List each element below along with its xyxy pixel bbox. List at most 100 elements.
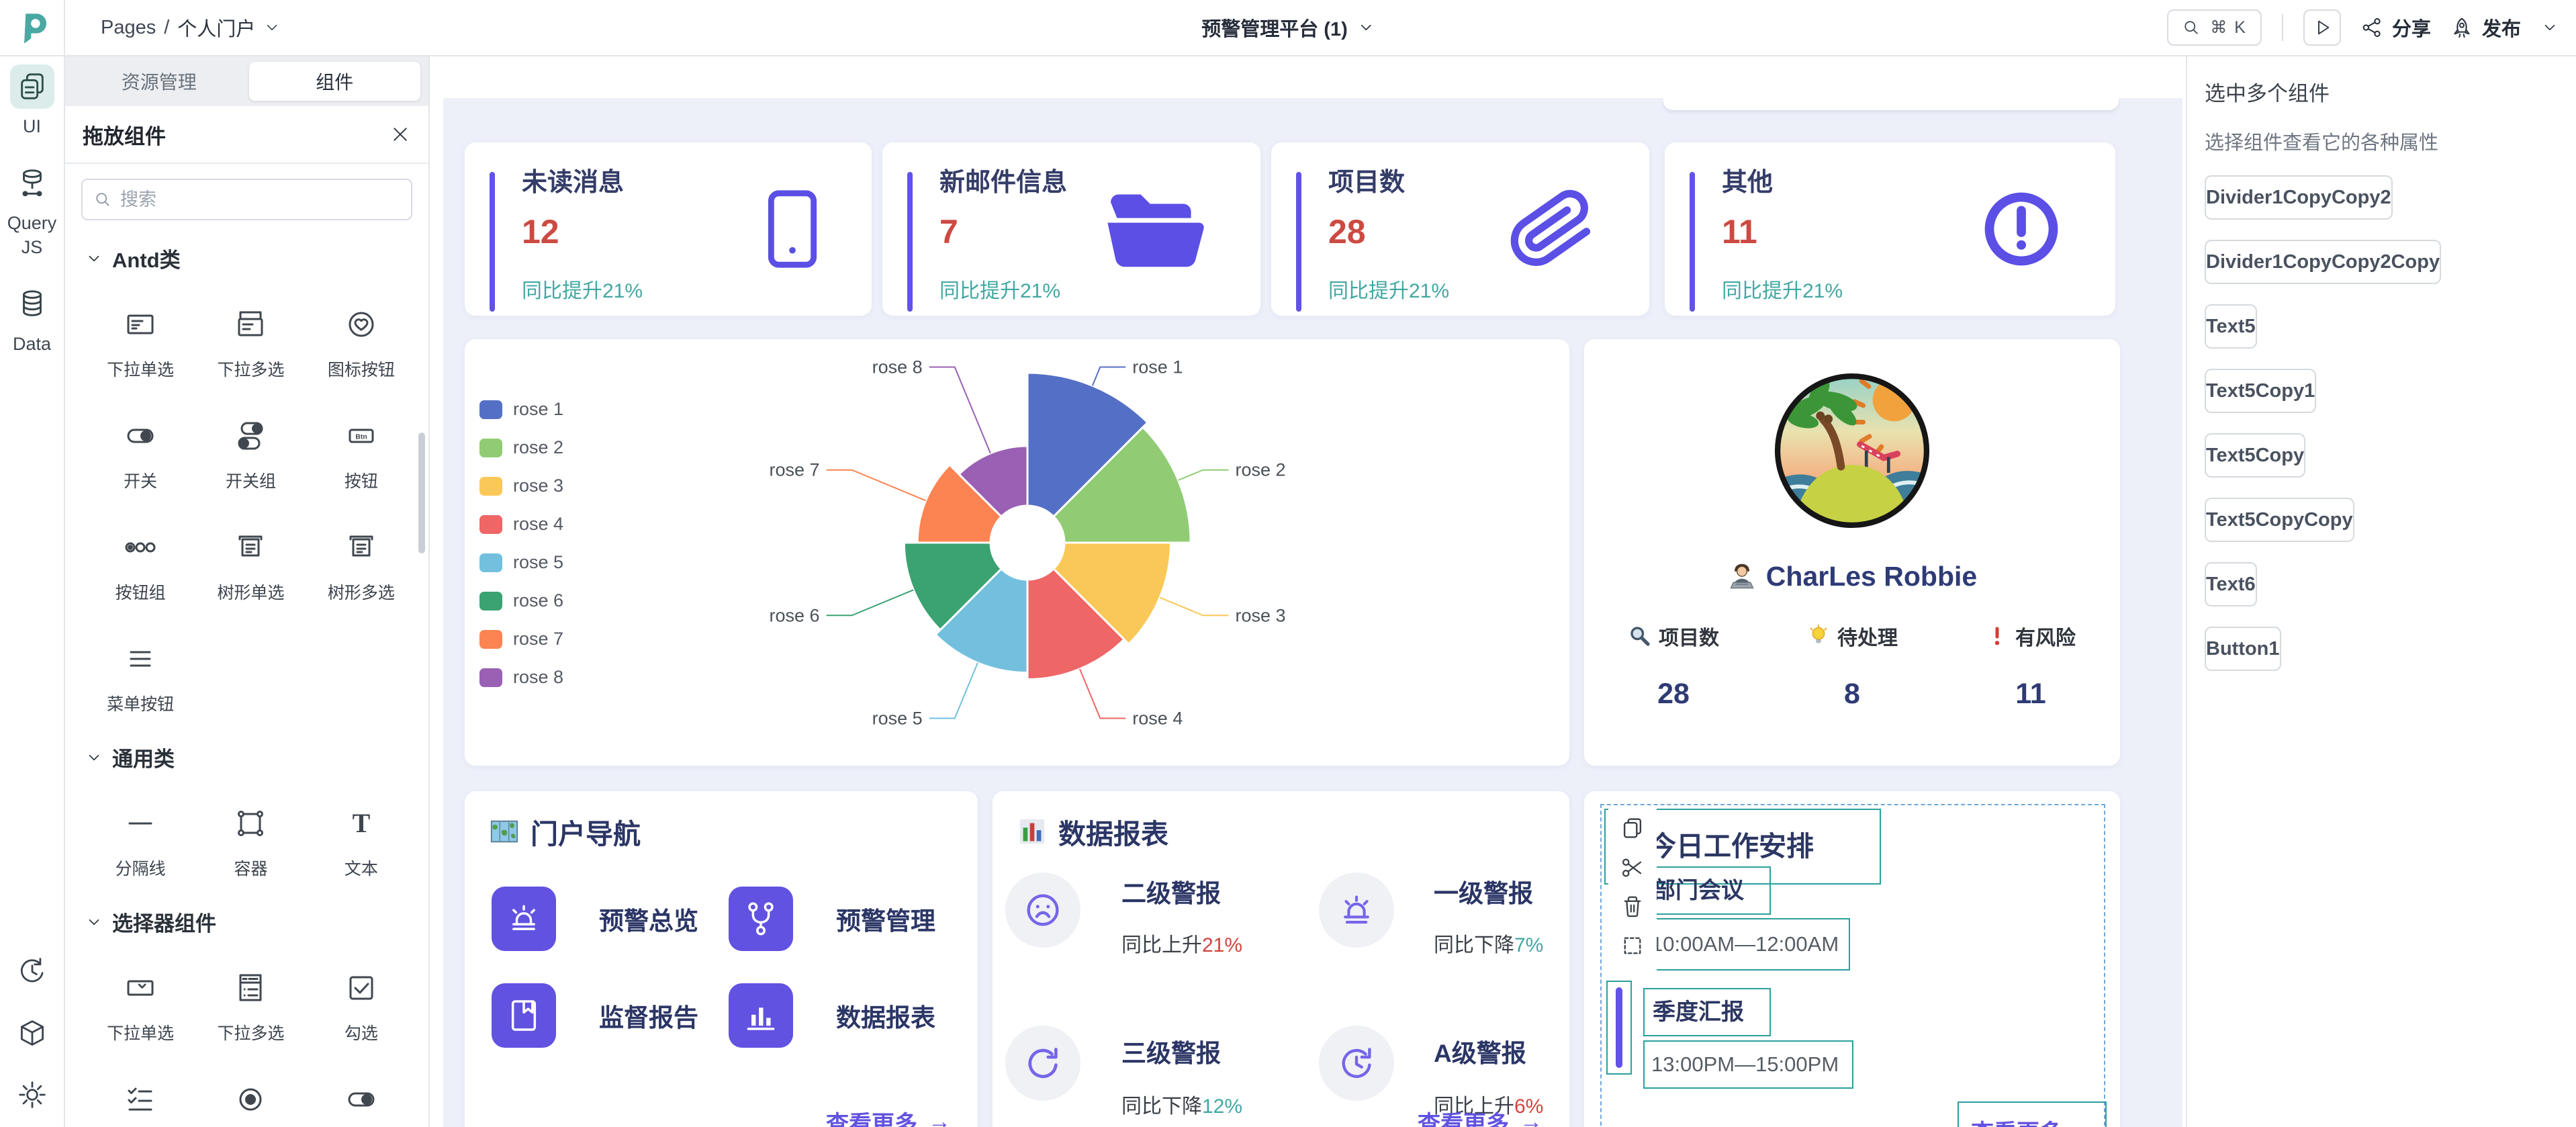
siren2-icon[interactable] bbox=[1319, 872, 1394, 948]
preview-button[interactable] bbox=[2303, 9, 2341, 46]
schedule-more-link[interactable]: 查看更多 → bbox=[1958, 1101, 2107, 1127]
component-item[interactable]: 单选组 bbox=[195, 1078, 306, 1127]
chevron-down-icon[interactable] bbox=[263, 19, 281, 36]
schedule-event-name[interactable]: 季度汇报 bbox=[1643, 988, 1771, 1036]
legend-item[interactable]: rose 3 bbox=[479, 467, 563, 505]
cut-icon[interactable] bbox=[1620, 856, 1645, 880]
component-item[interactable]: T文本 bbox=[306, 802, 416, 880]
frown-icon[interactable] bbox=[1005, 872, 1080, 948]
stat-card[interactable]: 未读消息12同比提升21% bbox=[465, 142, 872, 316]
component-button-divider1copycopy2[interactable]: Divider1CopyCopy2 bbox=[2205, 175, 2393, 220]
component-search-input[interactable] bbox=[120, 189, 400, 210]
chevron-down-icon[interactable] bbox=[1357, 19, 1375, 36]
legend-item[interactable]: rose 1 bbox=[479, 390, 563, 429]
refresh-icon[interactable] bbox=[1005, 1026, 1080, 1101]
component-item[interactable]: 树形单选 bbox=[195, 526, 306, 604]
component-item[interactable]: 勾选 bbox=[306, 966, 416, 1044]
slice-label: rose 1 bbox=[1132, 357, 1183, 377]
stat-card[interactable]: 其他11同比提升21% bbox=[1665, 142, 2115, 316]
panel-tab-resources[interactable]: 资源管理 bbox=[73, 62, 245, 101]
schedule-event-time[interactable]: 13:00PM—15:00PM bbox=[1643, 1040, 1853, 1089]
component-item[interactable]: 下拉单选 bbox=[85, 303, 195, 381]
legend-item[interactable]: rose 7 bbox=[479, 620, 563, 658]
rose-chart-card[interactable]: rose 1rose 2rose 3rose 4rose 5rose 6rose… bbox=[465, 339, 1569, 766]
component-item[interactable]: 勾选组 bbox=[85, 1078, 195, 1127]
share-button[interactable]: 分享 bbox=[2361, 13, 2431, 42]
rose-chart[interactable]: rose 1rose 2rose 3rose 4rose 5rose 6rose… bbox=[720, 345, 1564, 761]
component-button-text5[interactable]: Text5 bbox=[2205, 304, 2257, 349]
section-header[interactable]: 选择器组件 bbox=[85, 907, 416, 937]
component-item[interactable]: 容器 bbox=[195, 802, 306, 880]
cube-icon[interactable] bbox=[17, 1018, 47, 1048]
portal-nav-item[interactable]: 预警管理 bbox=[729, 887, 935, 951]
schedule-card[interactable]: 今日工作安排 部门会议 10:00AM—12:00AM 季度汇报 13:00PM… bbox=[1584, 791, 2120, 1127]
app-logo[interactable] bbox=[0, 0, 65, 56]
portal-nav-more-link[interactable]: 查看更多 → bbox=[826, 1106, 951, 1127]
component-item[interactable]: 下拉多选 bbox=[195, 303, 306, 381]
legend-item[interactable]: rose 2 bbox=[479, 429, 563, 467]
profile-card[interactable]: CharLes Robbie 项目数28待处理8有风险11 bbox=[1584, 339, 2120, 766]
stat-card[interactable]: 项目数28同比提升21% bbox=[1271, 142, 1649, 316]
component-item[interactable]: 分隔线 bbox=[85, 802, 195, 880]
breadcrumb[interactable]: Pages / 个人门户 bbox=[101, 0, 281, 55]
stat-card[interactable]: 新邮件信息7同比提升21% bbox=[882, 142, 1260, 316]
rail-item-query[interactable]: Query JS bbox=[2, 161, 62, 259]
component-item[interactable]: Btn按钮 bbox=[306, 414, 416, 492]
publish-button[interactable]: 发布 bbox=[2451, 13, 2521, 42]
portal-nav-item[interactable]: 预警总览 bbox=[492, 887, 698, 951]
component-item[interactable]: 开关 bbox=[85, 414, 195, 492]
breadcrumb-current[interactable]: 个人门户 bbox=[177, 13, 255, 42]
panel-scrollbar[interactable] bbox=[418, 433, 425, 553]
component-item[interactable]: 树形多选 bbox=[306, 526, 416, 604]
component-search[interactable] bbox=[81, 179, 412, 220]
rail-item-label: Query JS bbox=[2, 211, 62, 259]
component-item[interactable]: 下拉多选 bbox=[195, 966, 306, 1044]
app-title[interactable]: 预警管理平台 (1) bbox=[1201, 0, 1375, 55]
scrolled-card-bottom-edge[interactable] bbox=[1663, 98, 2119, 110]
artboard[interactable]: 未读消息12同比提升21%新邮件信息7同比提升21%项目数28同比提升21%其他… bbox=[443, 98, 2182, 1127]
rail-item-data[interactable]: Data bbox=[2, 282, 62, 356]
gear-icon[interactable] bbox=[17, 1080, 47, 1110]
legend-item[interactable]: rose 6 bbox=[479, 582, 563, 620]
schedule-event-name[interactable]: 部门会议 bbox=[1643, 866, 1771, 915]
legend-item[interactable]: rose 8 bbox=[479, 658, 563, 696]
history-icon[interactable] bbox=[17, 956, 47, 986]
section-header[interactable]: 通用类 bbox=[85, 742, 416, 772]
portal-nav-item[interactable]: 监督报告 bbox=[492, 983, 698, 1048]
portal-nav-item[interactable]: 数据报表 bbox=[729, 983, 935, 1048]
select-region-icon[interactable] bbox=[1620, 934, 1645, 958]
rail-item-ui[interactable]: UI bbox=[2, 64, 62, 138]
label-line bbox=[827, 590, 914, 615]
search-button[interactable]: ⌘ K bbox=[2167, 9, 2262, 46]
component-item[interactable]: 下拉单选 bbox=[85, 966, 195, 1044]
panel-tab-components[interactable]: 组件 bbox=[249, 62, 421, 101]
component-button-text5copycopy[interactable]: Text5CopyCopy bbox=[2205, 498, 2354, 542]
close-icon[interactable] bbox=[389, 124, 411, 145]
copy-icon[interactable] bbox=[1620, 815, 1645, 841]
component-button-divider1copycopy2copy[interactable]: Divider1CopyCopy2Copy bbox=[2205, 240, 2441, 284]
publish-menu-chevron-icon[interactable] bbox=[2541, 19, 2559, 36]
legend-item[interactable]: rose 4 bbox=[479, 505, 563, 543]
component-item[interactable]: 按钮组 bbox=[85, 526, 195, 604]
data-report-card[interactable]: 数据报表 二级警报同比上升21%一级警报同比下降7%三级警报同比下降12%A级警… bbox=[993, 791, 1569, 1127]
legend-item[interactable]: rose 5 bbox=[479, 543, 563, 582]
component-button-text5copy1[interactable]: Text5Copy1 bbox=[2205, 369, 2316, 413]
component-item[interactable]: 开关组 bbox=[195, 414, 306, 492]
breadcrumb-root[interactable]: Pages bbox=[101, 17, 156, 39]
clock-refresh-icon[interactable] bbox=[1319, 1026, 1394, 1101]
component-button-button1[interactable]: Button1 bbox=[2205, 627, 2281, 671]
component-item[interactable]: 菜单按钮 bbox=[85, 637, 195, 715]
stat-value: 28 bbox=[1328, 212, 1366, 251]
divider-widget[interactable] bbox=[1606, 981, 1632, 1075]
report-more-link[interactable]: 查看更多 → bbox=[1418, 1106, 1543, 1127]
component-button-text5copy[interactable]: Text5Copy bbox=[2205, 433, 2305, 478]
component-item[interactable]: 开关 bbox=[306, 1078, 416, 1127]
schedule-event-time[interactable]: 10:00AM—12:00AM bbox=[1643, 918, 1850, 971]
component-item[interactable]: 图标按钮 bbox=[306, 303, 416, 381]
editor-canvas[interactable]: 未读消息12同比提升21%新邮件信息7同比提升21%项目数28同比提升21%其他… bbox=[431, 56, 2186, 1127]
delete-icon[interactable] bbox=[1620, 895, 1645, 919]
section-header[interactable]: Antd类 bbox=[85, 243, 416, 273]
component-button-text6[interactable]: Text6 bbox=[2205, 562, 2257, 606]
portal-nav-card[interactable]: 门户导航 预警总览预警管理监督报告数据报表 查看更多 → bbox=[465, 791, 978, 1127]
slice-label: rose 6 bbox=[769, 605, 819, 625]
